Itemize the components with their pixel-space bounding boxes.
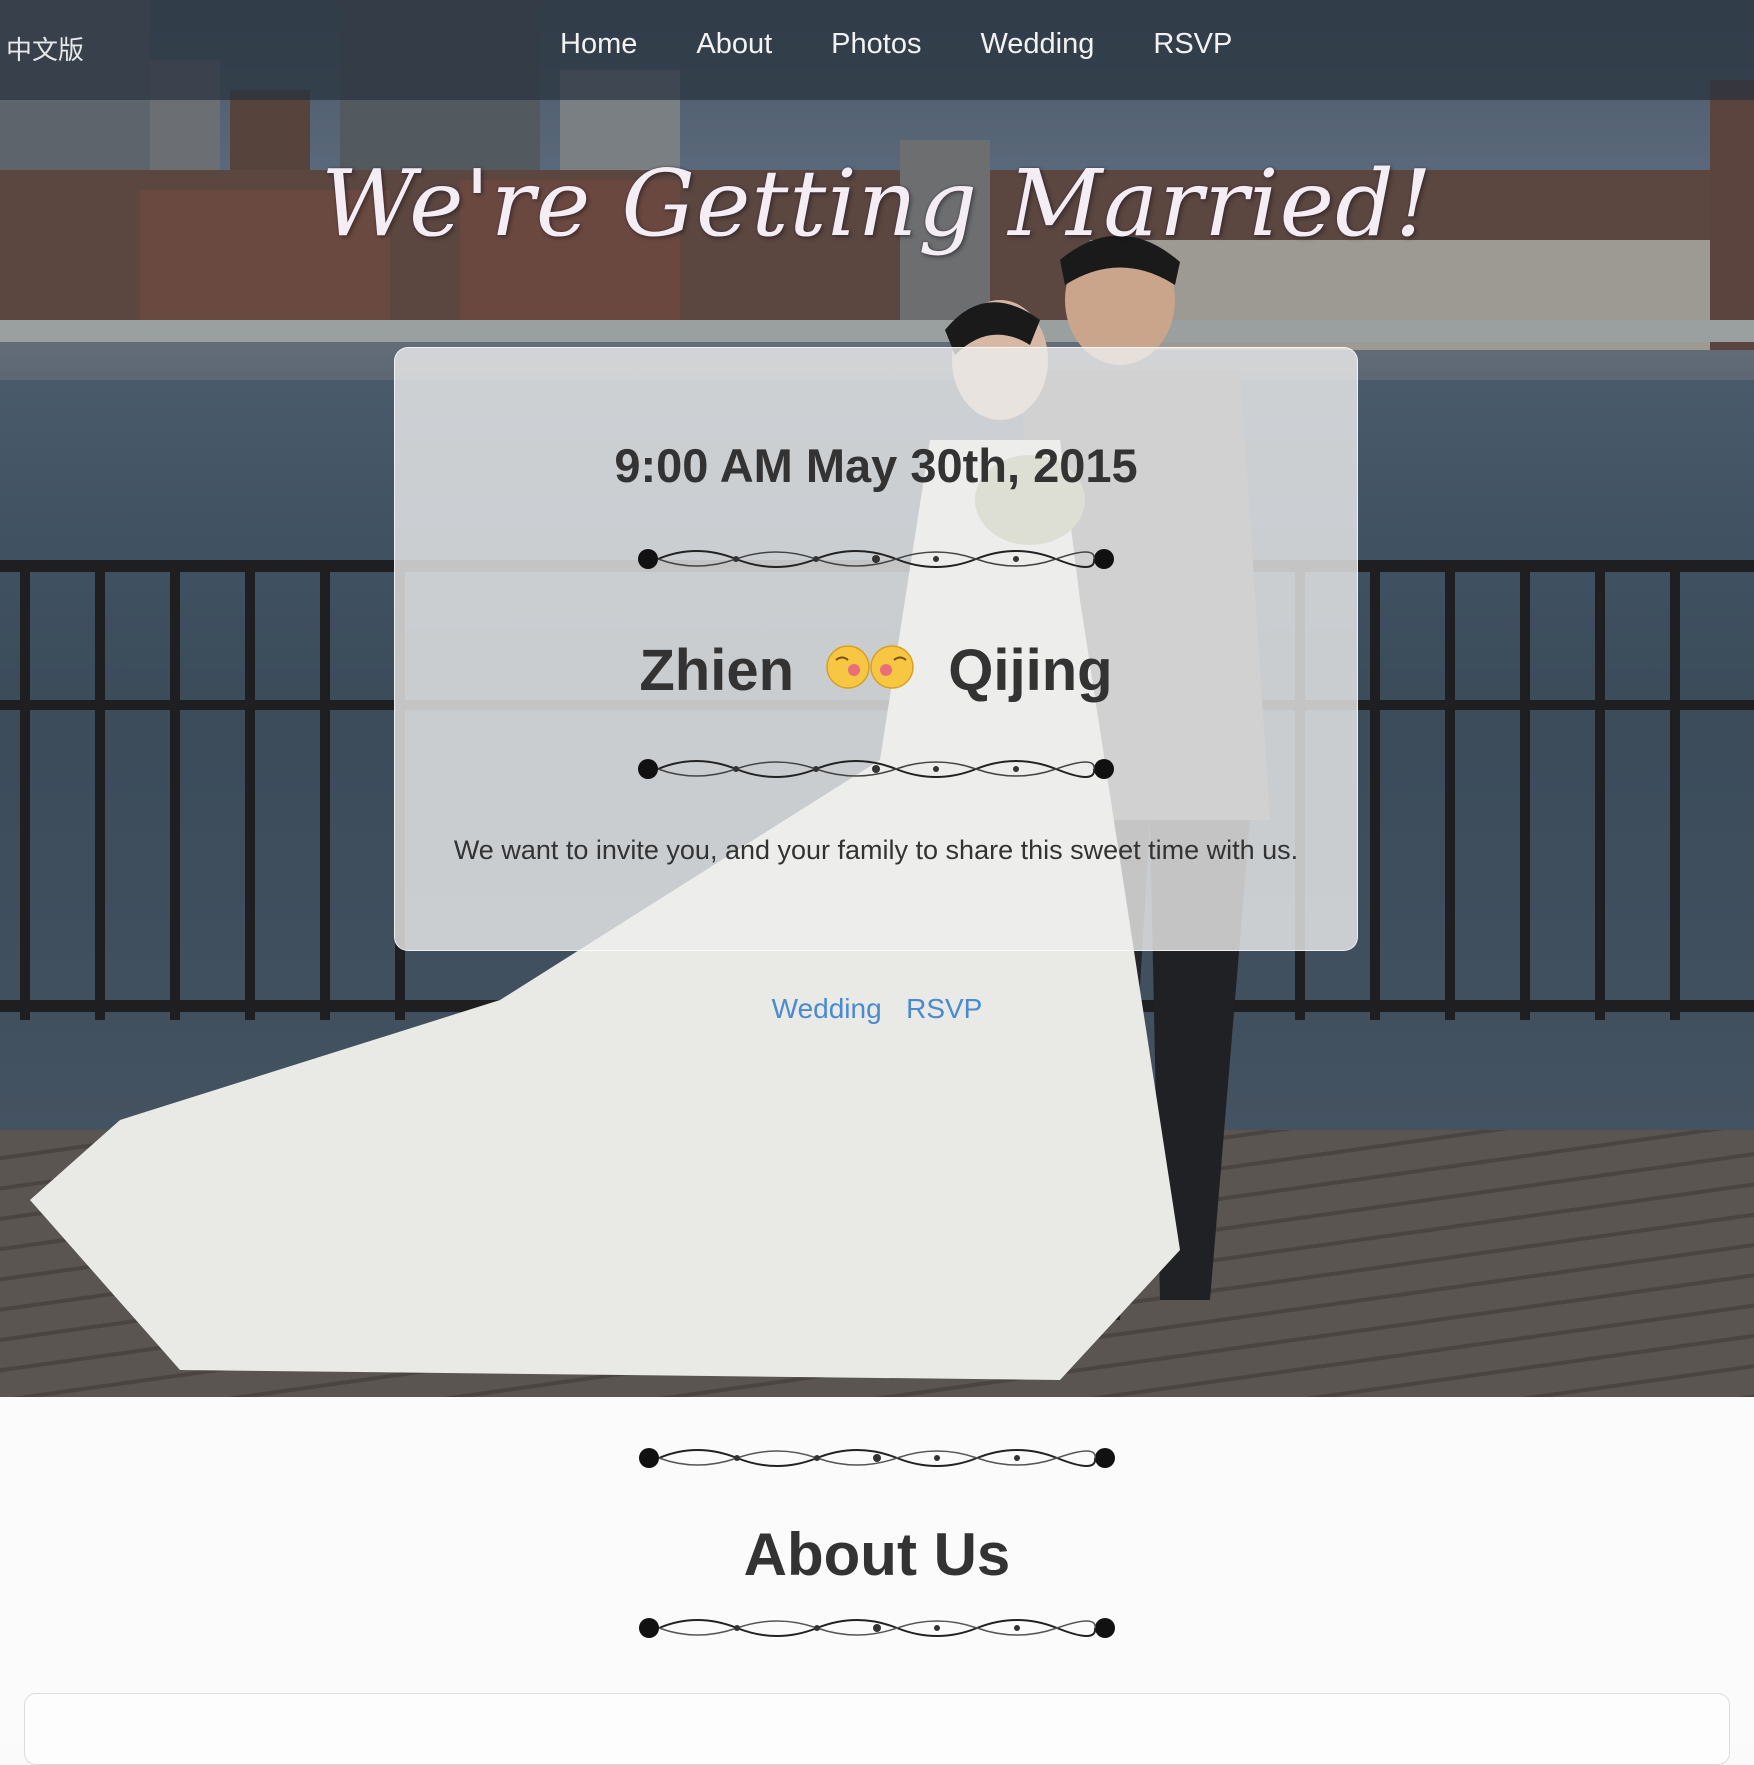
ornament-divider-icon (0, 1610, 1754, 1646)
nav-link-rsvp[interactable]: RSVP (1153, 28, 1232, 61)
couple-names: Zhien Qijing (395, 633, 1357, 704)
invitation-text: We want to invite you, and your family t… (453, 835, 1299, 865)
nav-links: Home About Photos Wedding RSVP (560, 28, 1291, 61)
about-title: About Us (743, 1521, 1011, 1588)
groom-name: Zhien (639, 638, 795, 704)
nav-link-wedding[interactable]: Wedding (980, 28, 1094, 61)
hero-links: Wedding RSVP (0, 993, 1754, 1025)
about-section: About Us (0, 1397, 1754, 1765)
wedding-link[interactable]: Wedding (772, 993, 882, 1024)
hero-title: We're Getting Married! (321, 150, 1433, 257)
ornament-divider-icon (0, 1440, 1754, 1476)
wedding-date: 9:00 AM May 30th, 2015 (614, 439, 1138, 492)
nav-link-about[interactable]: About (696, 28, 772, 61)
ornament-divider-icon (395, 751, 1357, 787)
rsvp-link[interactable]: RSVP (906, 993, 982, 1024)
about-panel (24, 1693, 1730, 1765)
ornament-divider-icon (395, 541, 1357, 577)
bride-name: Qijing (948, 638, 1113, 704)
nav-link-home[interactable]: Home (560, 28, 637, 61)
invitation-card: 9:00 AM May 30th, 2015 Zhien Qijing We w… (394, 347, 1358, 951)
kissing-faces-icon (824, 637, 918, 704)
navbar: 中文版 Home About Photos Wedding RSVP (0, 0, 1754, 100)
nav-link-photos[interactable]: Photos (831, 28, 921, 61)
language-switch-link[interactable]: 中文版 (6, 30, 84, 67)
